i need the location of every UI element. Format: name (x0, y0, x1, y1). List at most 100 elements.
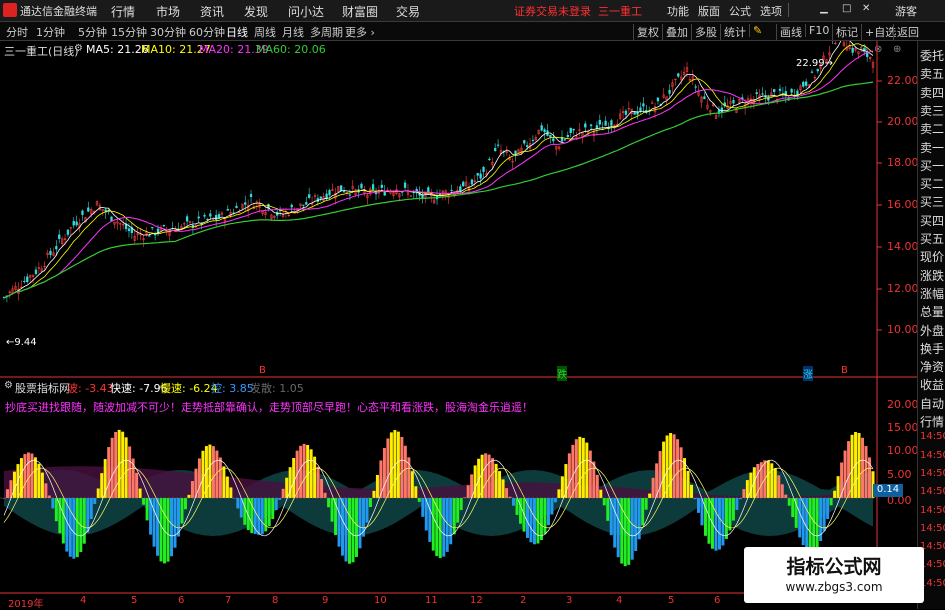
indicator-bar (23, 454, 27, 498)
candlestick (162, 225, 165, 227)
candlestick (598, 120, 601, 125)
indicator-bar (124, 437, 128, 498)
sidebar-item[interactable]: 涨幅 (920, 285, 944, 302)
candlestick (305, 202, 308, 205)
indicator-bar (843, 450, 847, 498)
sidebar-item[interactable]: 涨跌 (920, 267, 944, 284)
indicator-bar (278, 498, 282, 500)
menu-options[interactable]: 选项 (760, 3, 782, 19)
mark-button[interactable]: 标记 (832, 24, 858, 40)
sidebar-item[interactable]: 14:50 (920, 468, 945, 479)
indicator-bar (491, 458, 495, 498)
indicator-bar (717, 498, 721, 550)
indicator-bar (609, 498, 613, 536)
indicator-gear-icon[interactable]: ⚙ (4, 380, 13, 391)
sidebar-item[interactable]: 卖三 (920, 102, 944, 119)
indicator-bar (602, 498, 606, 506)
sidebar-item[interactable]: 买四 (920, 212, 944, 229)
draw-icon[interactable]: ✎ (749, 24, 762, 37)
kline-chart[interactable] (0, 41, 917, 607)
indicator-name[interactable]: 股票指标网 (15, 380, 70, 396)
sidebar-item[interactable]: 14:50 (920, 505, 945, 516)
candlestick (523, 140, 526, 144)
period-60min[interactable]: 60分钟 (189, 24, 225, 40)
menu-layout[interactable]: 版面 (698, 3, 720, 19)
sidebar-item[interactable]: 14:50 (920, 523, 945, 534)
indicator-bar (484, 453, 488, 498)
menu-market-quotes[interactable]: 行情 (111, 3, 135, 20)
period-intraday[interactable]: 分时 (6, 24, 28, 40)
indicator-bar (505, 488, 509, 498)
menu-formula[interactable]: 公式 (729, 3, 751, 19)
indicator-bar (327, 498, 331, 508)
indicator-bar (138, 488, 142, 498)
period-15min[interactable]: 15分钟 (111, 24, 147, 40)
time-axis-tick: 4 (616, 595, 623, 606)
overlay-button[interactable]: 叠加 (662, 24, 688, 40)
menu-function[interactable]: 功能 (667, 3, 689, 19)
indicator-bar (320, 479, 324, 498)
period-30min[interactable]: 30分钟 (150, 24, 186, 40)
sidebar-item[interactable]: 净资 (920, 358, 944, 375)
candlestick (58, 234, 61, 239)
f10-button[interactable]: F10 (805, 24, 829, 37)
sidebar-item[interactable]: 卖一 (920, 139, 944, 156)
sidebar-item[interactable]: 14:50 (920, 450, 945, 461)
indicator-bar (494, 463, 498, 498)
adjust-button[interactable]: 复权 (633, 24, 659, 40)
menu-wealth-circle[interactable]: 财富圈 (342, 3, 378, 20)
menu-news[interactable]: 资讯 (200, 3, 224, 20)
menu-ask-xiaoda[interactable]: 问小达 (288, 3, 324, 20)
sidebar-item[interactable]: 现价 (920, 248, 944, 265)
draw-line-button[interactable]: 画线 (776, 24, 802, 40)
sidebar-item[interactable]: 自动 (920, 395, 944, 412)
candlestick (302, 204, 305, 206)
indicator-bar (82, 498, 86, 544)
indicator-bar (414, 486, 418, 498)
period-weekly[interactable]: 周线 (254, 24, 276, 40)
minimize-icon[interactable]: ▁ (820, 3, 828, 14)
sidebar-item[interactable]: 换手 (920, 340, 944, 357)
sidebar-item[interactable]: 总量 (920, 303, 944, 320)
add-favorite-button[interactable]: +自选 (861, 24, 896, 40)
menu-trade[interactable]: 交易 (396, 3, 420, 20)
restore-icon[interactable]: □ (842, 3, 851, 14)
sidebar-item[interactable]: 买一 (920, 157, 944, 174)
multi-stock-button[interactable]: 多股 (691, 24, 717, 40)
menu-discover[interactable]: 发现 (244, 3, 268, 20)
indicator-bar (365, 498, 369, 523)
indicator-bar (170, 498, 174, 557)
period-5min[interactable]: 5分钟 (78, 24, 107, 40)
indicator-bar (5, 489, 9, 498)
sidebar-item[interactable]: 买五 (920, 230, 944, 247)
menu-market[interactable]: 市场 (156, 3, 180, 20)
sidebar-item[interactable]: 卖四 (920, 84, 944, 101)
sidebar-item[interactable]: 14:50 (920, 431, 945, 442)
sidebar-item[interactable]: 收益 (920, 376, 944, 393)
time-axis-tick: 2019年 (8, 599, 44, 610)
period-daily[interactable]: 日线 (226, 24, 248, 40)
sidebar-item[interactable]: 卖二 (920, 120, 944, 137)
sidebar-item[interactable]: 委托 (920, 47, 944, 64)
indicator-bar (745, 480, 749, 498)
sidebar-item[interactable]: 卖五 (920, 65, 944, 82)
sidebar-item[interactable]: 14:50 (920, 486, 945, 497)
close-icon[interactable]: ✕ (862, 3, 870, 14)
sidebar-item[interactable]: 买二 (920, 175, 944, 192)
guest-label[interactable]: 游客 (895, 3, 917, 19)
stats-button[interactable]: 统计 (720, 24, 746, 40)
period-1min[interactable]: 1分钟 (36, 24, 65, 40)
sidebar-item[interactable]: 外盘 (920, 322, 944, 339)
back-button[interactable]: 返回 (893, 24, 919, 40)
sidebar-item[interactable]: 行情 (920, 413, 944, 430)
sidebar-item[interactable]: 买三 (920, 193, 944, 210)
indicator-bar (396, 431, 400, 498)
period-monthly[interactable]: 月线 (282, 24, 304, 40)
candlestick (584, 123, 587, 128)
candlestick (790, 88, 793, 93)
period-more[interactable]: 更多 › (345, 24, 375, 40)
indicator-bar (791, 498, 795, 518)
login-warning[interactable]: 证券交易未登录 三一重工 (514, 3, 642, 19)
period-multi[interactable]: 多周期 (310, 24, 343, 40)
indicator-bar (267, 498, 271, 527)
